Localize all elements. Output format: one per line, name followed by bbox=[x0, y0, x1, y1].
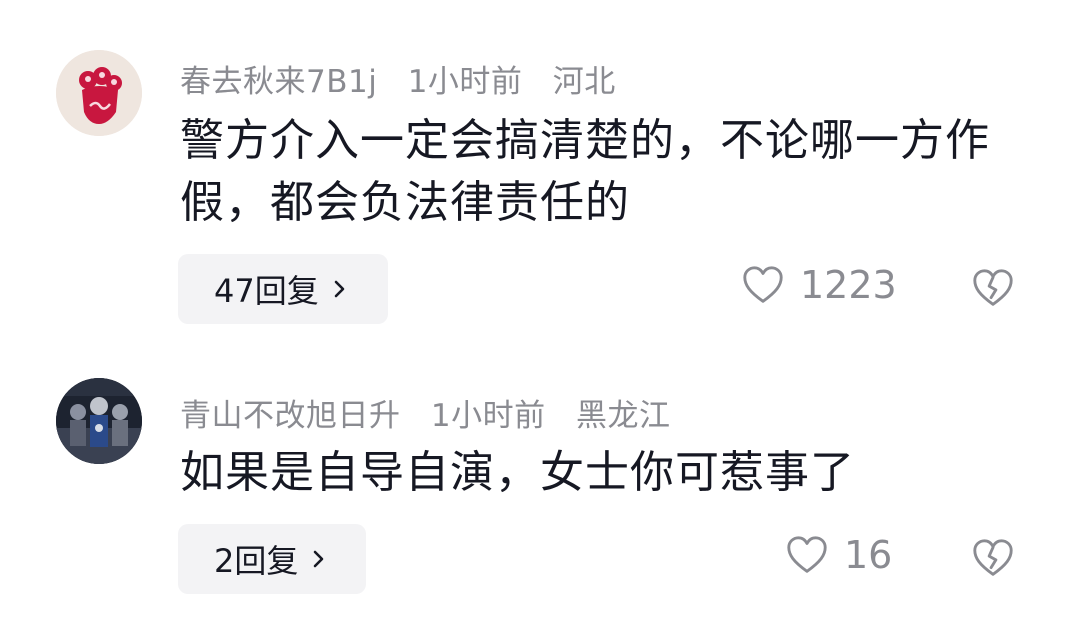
username[interactable]: 青山不改旭日升 bbox=[180, 398, 401, 434]
broken-heart-icon bbox=[973, 269, 1013, 306]
comment-text: 警方介入一定会搞清楚的，不论哪一方作假，都会负法律责任的 bbox=[180, 115, 990, 228]
comment-time: 1小时前 bbox=[407, 64, 523, 100]
comment-time: 1小时前 bbox=[430, 398, 546, 434]
comment-item: 春去秋来7B1j 1小时前 河北 警方介入一定会搞清楚的，不论哪一方作假，都会负… bbox=[0, 0, 1080, 340]
view-replies-button[interactable]: 2回复 bbox=[178, 524, 366, 594]
broken-heart-icon bbox=[973, 539, 1013, 576]
superhero-group-avatar-icon bbox=[56, 378, 142, 464]
heart-icon bbox=[787, 536, 827, 573]
comment-meta: 春去秋来7B1j 1小时前 河北 bbox=[180, 56, 636, 101]
avatar[interactable] bbox=[56, 50, 142, 136]
comment-location: 黑龙江 bbox=[575, 398, 671, 434]
like-button[interactable]: 1223 bbox=[740, 262, 897, 308]
like-count: 1223 bbox=[800, 263, 897, 307]
dislike-button[interactable] bbox=[970, 535, 1016, 581]
comment-meta: 青山不改旭日升 1小时前 黑龙江 bbox=[180, 390, 690, 435]
chevron-right-icon bbox=[314, 550, 324, 568]
view-replies-button[interactable]: 47回复 bbox=[178, 254, 388, 324]
red-flower-avatar-icon bbox=[56, 50, 142, 136]
replies-label: 2回复 bbox=[214, 542, 299, 580]
heart-icon bbox=[743, 266, 783, 303]
username[interactable]: 春去秋来7B1j bbox=[180, 64, 377, 100]
dislike-button[interactable] bbox=[970, 265, 1016, 311]
replies-label: 47回复 bbox=[214, 272, 319, 310]
avatar[interactable] bbox=[56, 378, 142, 464]
like-count: 16 bbox=[844, 533, 893, 577]
comment-location: 河北 bbox=[552, 64, 616, 100]
chevron-right-icon bbox=[334, 280, 345, 298]
like-button[interactable]: 16 bbox=[784, 532, 892, 578]
comment-text: 如果是自导自演，女士你可惹事了 bbox=[180, 447, 855, 498]
comment-item: 青山不改旭日升 1小时前 黑龙江 如果是自导自演，女士你可惹事了 2回复 16 bbox=[0, 340, 1080, 623]
